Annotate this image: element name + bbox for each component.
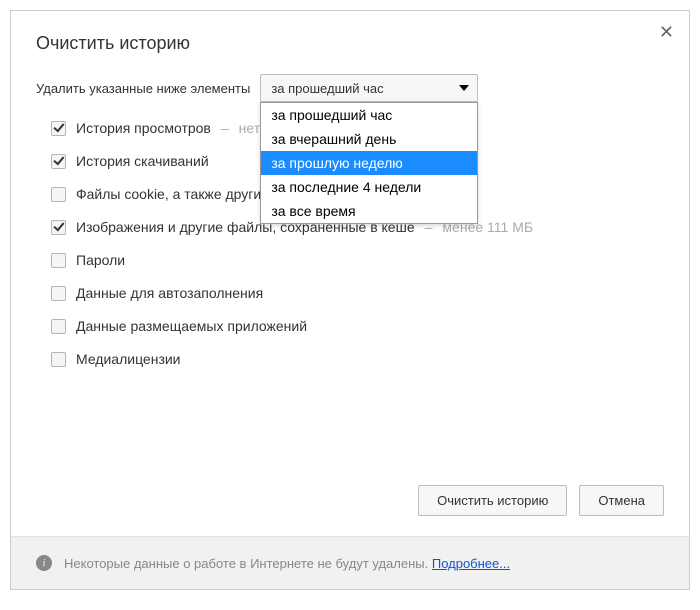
time-range-select[interactable]: за прошедший час [260, 74, 478, 102]
checkbox[interactable] [51, 352, 66, 367]
close-icon: ✕ [659, 22, 674, 42]
checkbox-label[interactable]: Данные для автозаполнения [76, 285, 263, 301]
checkbox[interactable] [51, 154, 66, 169]
time-range-option[interactable]: за вчерашний день [261, 127, 477, 151]
time-range-label: Удалить указанные ниже элементы [36, 81, 250, 96]
dialog-content: Удалить указанные ниже элементы за проше… [11, 64, 689, 470]
time-range-option[interactable]: за последние 4 недели [261, 175, 477, 199]
time-range-select-value: за прошедший час [271, 81, 383, 96]
checkbox-label[interactable]: Данные размещаемых приложений [76, 318, 307, 334]
time-range-option[interactable]: за все время [261, 199, 477, 223]
clear-history-button[interactable]: Очистить историю [418, 485, 567, 516]
hint-separator: – [221, 120, 229, 136]
checkbox-label[interactable]: Пароли [76, 252, 125, 268]
info-icon: i [36, 555, 52, 571]
footer-text-content: Некоторые данные о работе в Интернете не… [64, 556, 432, 571]
checkbox[interactable] [51, 220, 66, 235]
learn-more-link[interactable]: Подробнее... [432, 556, 510, 571]
time-range-dropdown: за прошедший часза вчерашний деньза прош… [260, 102, 478, 224]
checkbox[interactable] [51, 319, 66, 334]
footer-text: Некоторые данные о работе в Интернете не… [64, 556, 510, 571]
checkbox[interactable] [51, 286, 66, 301]
time-range-row: Удалить указанные ниже элементы за проше… [36, 74, 664, 102]
checkbox[interactable] [51, 253, 66, 268]
checkbox-hint: нет [239, 120, 260, 136]
close-button[interactable]: ✕ [659, 23, 674, 41]
checkbox-row: Данные для автозаполнения [36, 285, 664, 301]
time-range-option[interactable]: за прошлую неделю [261, 151, 477, 175]
dialog-title: Очистить историю [11, 11, 689, 64]
checkbox-label[interactable]: История скачиваний [76, 153, 209, 169]
chevron-down-icon [459, 85, 469, 91]
checkbox-row: Медиалицензии [36, 351, 664, 367]
button-row: Очистить историю Отмена [11, 470, 689, 536]
checkbox-label[interactable]: Медиалицензии [76, 351, 181, 367]
checkbox[interactable] [51, 187, 66, 202]
footer: i Некоторые данные о работе в Интернете … [11, 536, 689, 589]
checkbox-label[interactable]: История просмотров [76, 120, 211, 136]
checkbox-row: Данные размещаемых приложений [36, 318, 664, 334]
checkbox[interactable] [51, 121, 66, 136]
time-range-select-wrap: за прошедший час за прошедший часза вчер… [260, 74, 478, 102]
clear-history-dialog: ✕ Очистить историю Удалить указанные ниж… [10, 10, 690, 590]
time-range-option[interactable]: за прошедший час [261, 103, 477, 127]
cancel-button[interactable]: Отмена [579, 485, 664, 516]
checkbox-row: Пароли [36, 252, 664, 268]
